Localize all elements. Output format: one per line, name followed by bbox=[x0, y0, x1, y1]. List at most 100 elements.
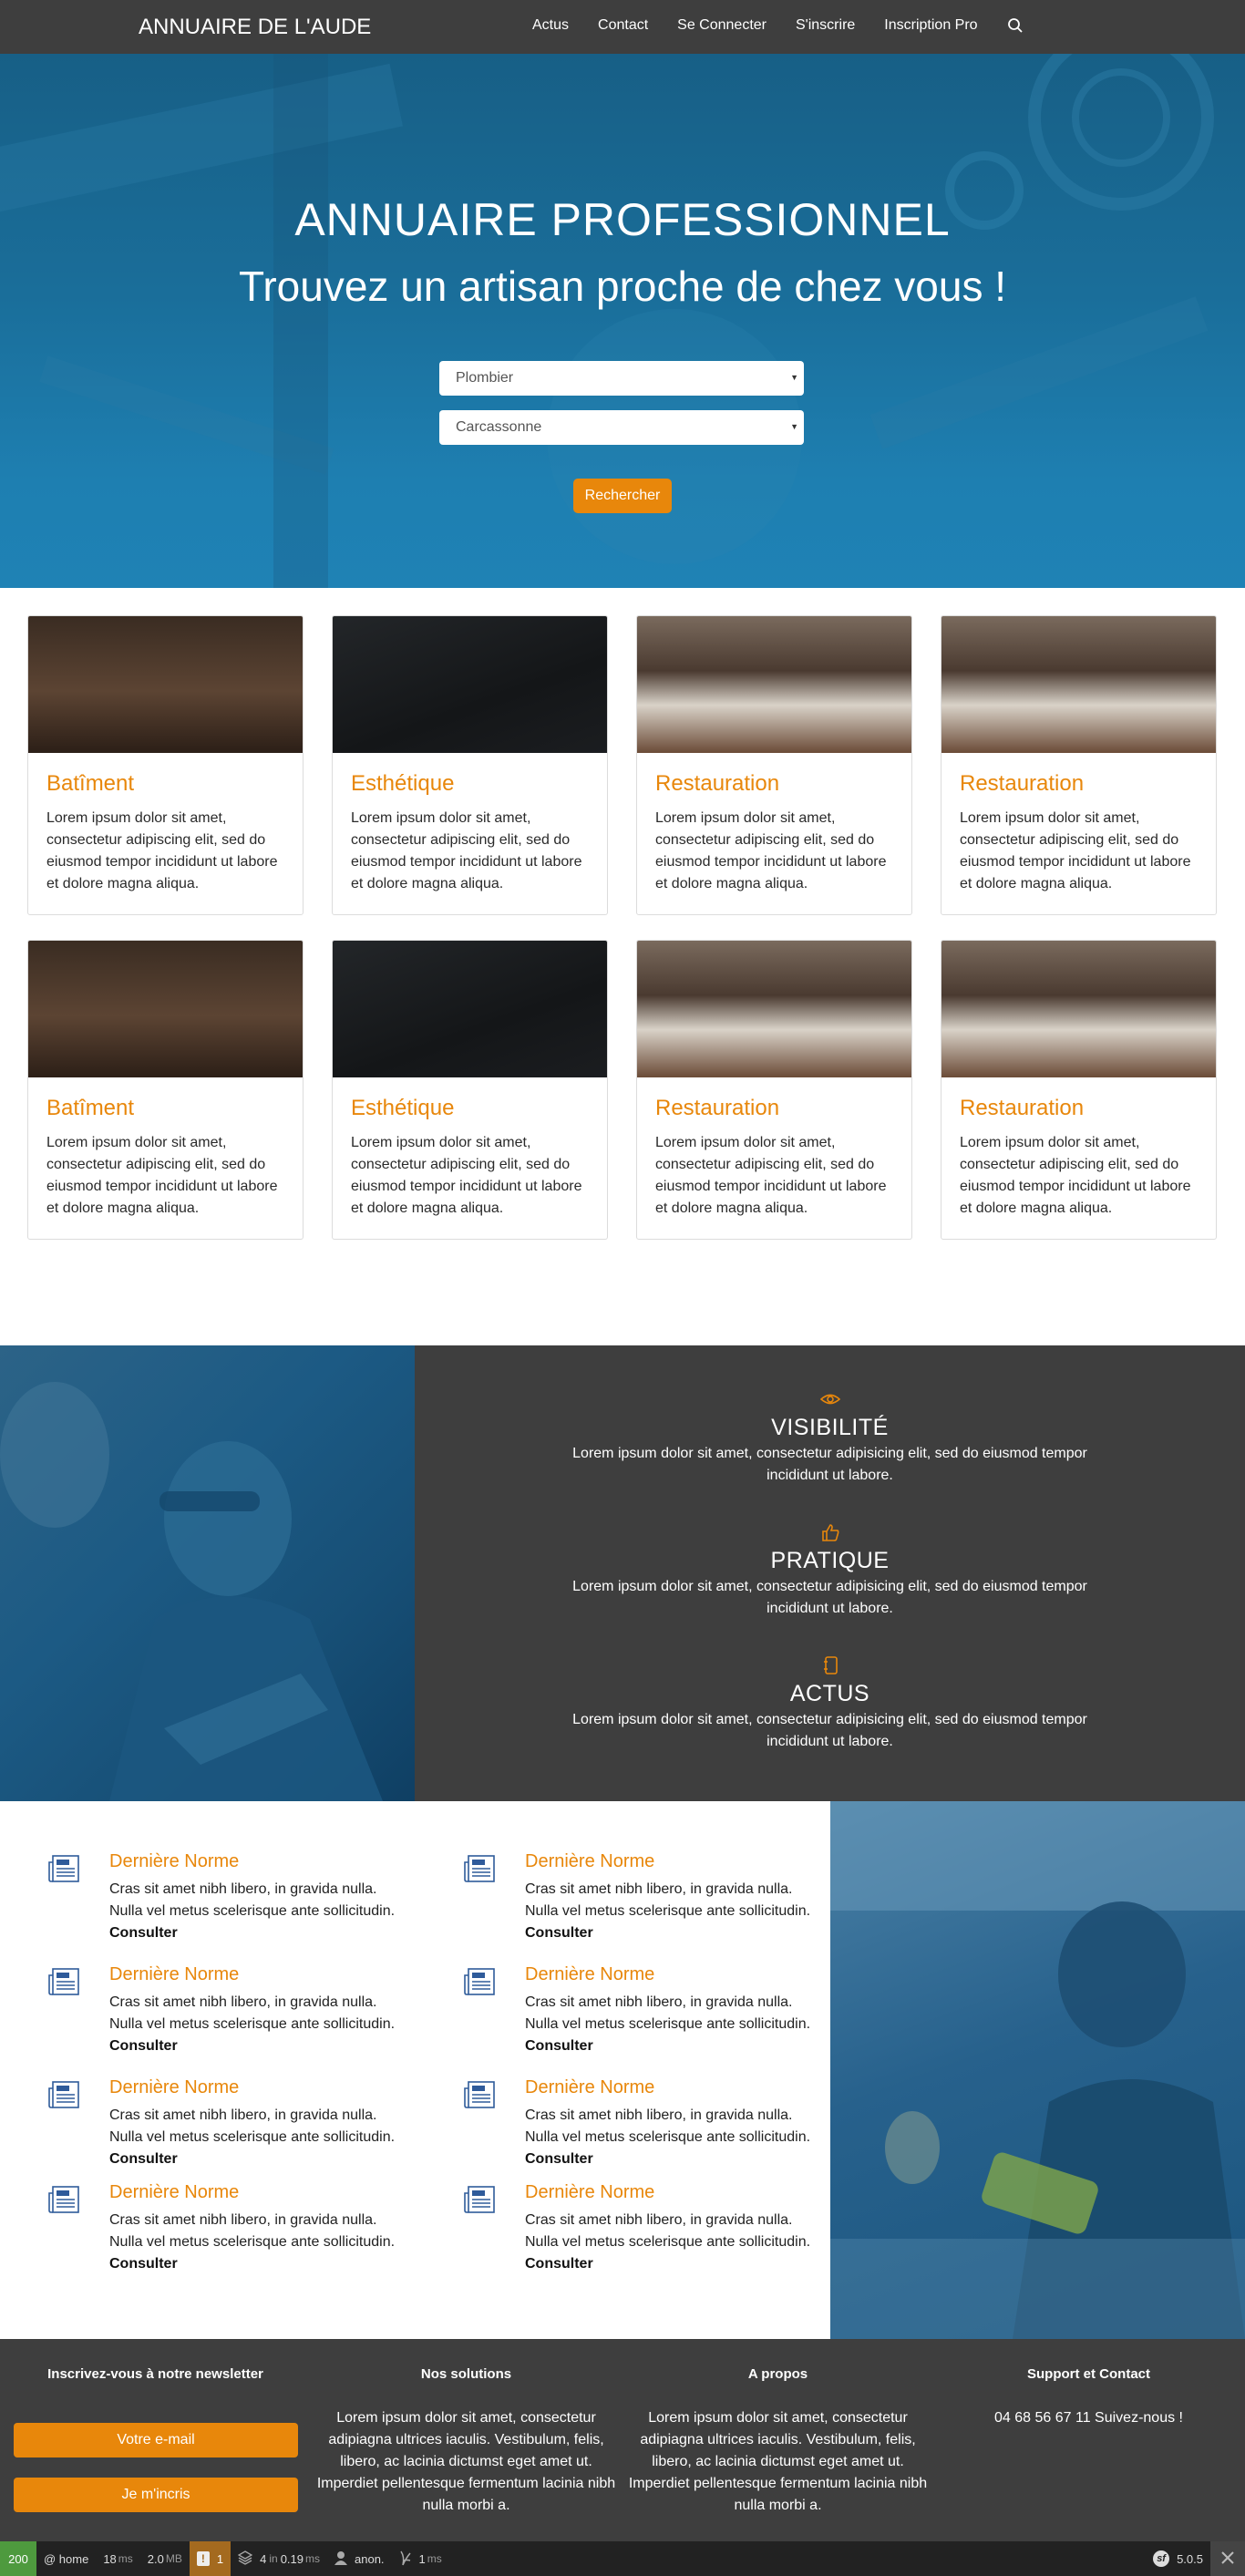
news-title[interactable]: Dernière Norme bbox=[109, 1964, 239, 1985]
newsletter-subscribe-button[interactable]: Je m'incris bbox=[14, 2478, 298, 2512]
news-summary: Cras sit amet nibh libero, in gravida nu… bbox=[109, 2107, 396, 2145]
newsletter-email-button[interactable]: Votre e-mail bbox=[14, 2423, 298, 2458]
news-consult-link[interactable]: Consulter bbox=[525, 2151, 593, 2167]
close-icon bbox=[1221, 2550, 1234, 2567]
news-title[interactable]: Dernière Norme bbox=[525, 1964, 654, 1985]
news-summary: Cras sit amet nibh libero, in gravida nu… bbox=[525, 1881, 811, 1919]
render-time-value: 1 bbox=[418, 2551, 426, 2566]
brand-logo[interactable]: ANNUAIRE DE L'AUDE bbox=[139, 15, 371, 40]
news-title[interactable]: Dernière Norme bbox=[525, 1851, 654, 1872]
nav-link-contact[interactable]: Contact bbox=[598, 17, 648, 34]
search-icon[interactable] bbox=[1007, 17, 1024, 34]
footer-about: A propos Lorem ipsum dolor sit amet, con… bbox=[622, 2366, 933, 2517]
nav-link-actus[interactable]: Actus bbox=[532, 17, 569, 34]
news-text: Cras sit amet nibh libero, in gravida nu… bbox=[525, 2105, 817, 2170]
trade-select-value: Plombier bbox=[456, 370, 514, 386]
category-description: Lorem ipsum dolor sit amet, consectetur … bbox=[655, 810, 887, 891]
trade-select[interactable]: Plombier ▼ bbox=[439, 361, 804, 396]
footer-support: Support et Contact 04 68 56 67 11 Suivez… bbox=[933, 2366, 1244, 2429]
db-queries[interactable]: 4 in 0.19 ms bbox=[231, 2541, 327, 2576]
category-image bbox=[941, 941, 1216, 1077]
news-summary: Cras sit amet nibh libero, in gravida nu… bbox=[109, 1994, 396, 2032]
toolbar-right: sf 5.0.5 bbox=[1146, 2541, 1245, 2576]
news-summary: Cras sit amet nibh libero, in gravida nu… bbox=[525, 2107, 811, 2145]
category-description: Lorem ipsum dolor sit amet, consectetur … bbox=[351, 1135, 582, 1216]
nav-link-login[interactable]: Se Connecter bbox=[677, 17, 767, 34]
news-consult-link[interactable]: Consulter bbox=[109, 2256, 178, 2272]
newspaper-icon bbox=[47, 2186, 80, 2213]
category-title[interactable]: Restauration bbox=[655, 1096, 779, 1121]
category-title[interactable]: Restauration bbox=[960, 1096, 1084, 1121]
news-title[interactable]: Dernière Norme bbox=[525, 2182, 654, 2203]
category-description: Lorem ipsum dolor sit amet, consectetur … bbox=[46, 1135, 278, 1216]
category-title[interactable]: Batîment bbox=[46, 1096, 134, 1121]
category-title[interactable]: Esthétique bbox=[351, 1096, 454, 1121]
news-consult-link[interactable]: Consulter bbox=[525, 2256, 593, 2272]
news-consult-link[interactable]: Consulter bbox=[109, 1925, 178, 1941]
news-consult-link[interactable]: Consulter bbox=[525, 1925, 593, 1941]
news-text: Cras sit amet nibh libero, in gravida nu… bbox=[109, 1879, 401, 1944]
category-card[interactable]: Restauration Lorem ipsum dolor sit amet, … bbox=[636, 940, 912, 1240]
render-time[interactable]: 1 ms bbox=[392, 2541, 449, 2576]
category-image bbox=[28, 616, 303, 753]
news-title[interactable]: Dernière Norme bbox=[525, 2077, 654, 2098]
db-queries-count: 4 bbox=[260, 2551, 267, 2566]
category-card[interactable]: Restauration Lorem ipsum dolor sit amet, … bbox=[636, 615, 912, 915]
feature-title: VISIBILITÉ bbox=[771, 1415, 889, 1440]
footer-newsletter: Inscrivez-vous à notre newsletter Votre … bbox=[0, 2366, 311, 2512]
category-card[interactable]: Esthétique Lorem ipsum dolor sit amet, co… bbox=[332, 940, 608, 1240]
category-description: Lorem ipsum dolor sit amet, consectetur … bbox=[46, 810, 278, 891]
memory-unit: MB bbox=[165, 2552, 182, 2565]
close-toolbar-button[interactable] bbox=[1210, 2541, 1245, 2576]
memory-value: 2.0 bbox=[147, 2551, 164, 2566]
category-title[interactable]: Restauration bbox=[655, 771, 779, 797]
news-text: Cras sit amet nibh libero, in gravida nu… bbox=[525, 1992, 817, 2057]
footer-text: 04 68 56 67 11 Suivez-nous ! bbox=[994, 2410, 1183, 2426]
route-name[interactable]: @ home bbox=[36, 2541, 96, 2576]
category-description: Lorem ipsum dolor sit amet, consectetur … bbox=[655, 1135, 887, 1216]
category-card[interactable]: Batîment Lorem ipsum dolor sit amet, cons… bbox=[27, 615, 304, 915]
news-title[interactable]: Dernière Norme bbox=[109, 2182, 239, 2203]
features-section: VISIBILITÉ Lorem ipsum dolor sit amet, c… bbox=[0, 1345, 1245, 1801]
category-title[interactable]: Batîment bbox=[46, 771, 134, 797]
category-card[interactable]: Restauration Lorem ipsum dolor sit amet, … bbox=[941, 615, 1217, 915]
category-description: Lorem ipsum dolor sit amet, consectetur … bbox=[960, 1135, 1191, 1216]
news-summary: Cras sit amet nibh libero, in gravida nu… bbox=[525, 2212, 811, 2250]
navbar: ANNUAIRE DE L'AUDE Actus Contact Se Conn… bbox=[0, 0, 1245, 54]
status-code[interactable]: 200 bbox=[0, 2541, 36, 2576]
nav-link-pro-register[interactable]: Inscription Pro bbox=[884, 17, 977, 34]
version-label: 5.0.5 bbox=[1177, 2551, 1203, 2566]
category-card[interactable]: Esthétique Lorem ipsum dolor sit amet, co… bbox=[332, 615, 608, 915]
city-select[interactable]: Carcassonne ▼ bbox=[439, 410, 804, 445]
memory-usage[interactable]: 2.0 MB bbox=[140, 2541, 190, 2576]
news-consult-link[interactable]: Consulter bbox=[109, 2151, 178, 2167]
symfony-version[interactable]: sf 5.0.5 bbox=[1146, 2541, 1210, 2576]
category-image bbox=[333, 616, 607, 753]
newspaper-icon bbox=[47, 2081, 80, 2108]
news-title[interactable]: Dernière Norme bbox=[109, 2077, 239, 2098]
user-info[interactable]: anon. bbox=[327, 2541, 392, 2576]
hero-subtitle: Trouvez un artisan proche de chez vous ! bbox=[238, 263, 1007, 310]
feature-text: Lorem ipsum dolor sit amet, consectetur … bbox=[572, 1446, 1087, 1483]
user-icon bbox=[334, 2550, 347, 2568]
debug-toolbar: 200 @ home 18 ms 2.0 MB ! 1 4 in 0.19 ms… bbox=[0, 2541, 1245, 2576]
news-title[interactable]: Dernière Norme bbox=[109, 1851, 239, 1872]
render-time-unit: ms bbox=[427, 2552, 442, 2565]
news-text: Cras sit amet nibh libero, in gravida nu… bbox=[109, 2210, 401, 2275]
warnings-badge[interactable]: ! 1 bbox=[189, 2541, 232, 2576]
category-title[interactable]: Restauration bbox=[960, 771, 1084, 797]
news-consult-link[interactable]: Consulter bbox=[109, 2038, 178, 2054]
category-card[interactable]: Batîment Lorem ipsum dolor sit amet, cons… bbox=[27, 940, 304, 1240]
search-submit-button[interactable]: Rechercher bbox=[573, 479, 672, 513]
news-consult-link[interactable]: Consulter bbox=[525, 2038, 593, 2054]
request-time[interactable]: 18 ms bbox=[96, 2541, 139, 2576]
category-card[interactable]: Restauration Lorem ipsum dolor sit amet, … bbox=[941, 940, 1217, 1240]
category-title[interactable]: Esthétique bbox=[351, 771, 454, 797]
nav-link-register[interactable]: S'inscrire bbox=[796, 17, 855, 34]
category-image bbox=[941, 616, 1216, 753]
footer-heading: A propos bbox=[747, 2366, 808, 2382]
db-time: 0.19 bbox=[280, 2551, 304, 2566]
features-panel: VISIBILITÉ Lorem ipsum dolor sit amet, c… bbox=[415, 1345, 1245, 1801]
category-description: Lorem ipsum dolor sit amet, consectetur … bbox=[960, 810, 1191, 891]
db-time-unit: ms bbox=[305, 2552, 320, 2565]
